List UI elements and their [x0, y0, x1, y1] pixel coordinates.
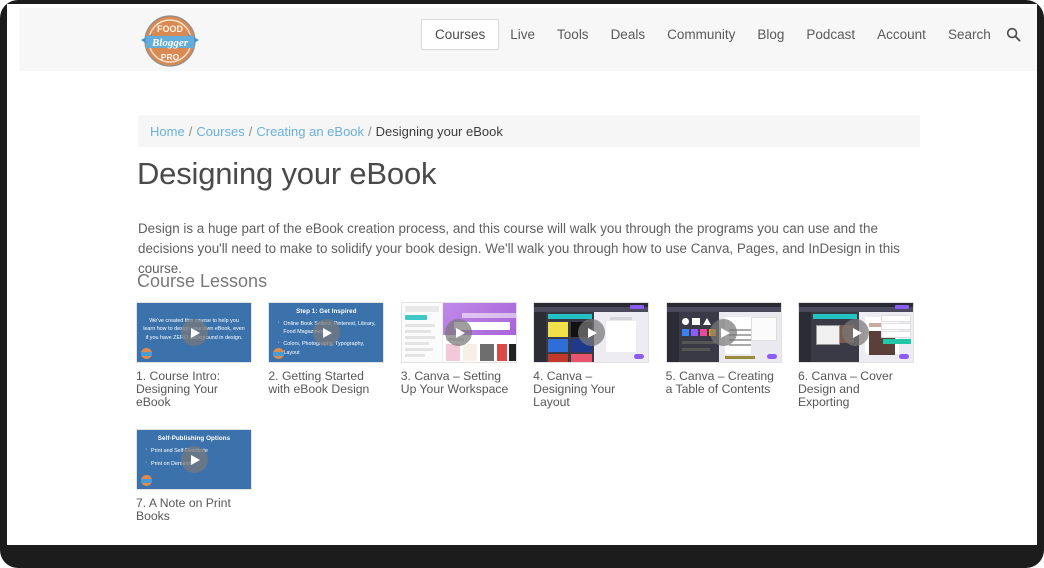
- lesson-caption: 4. Canva – Designing Your Layout: [533, 369, 616, 409]
- nav-item-account[interactable]: Account: [866, 20, 937, 49]
- nav-item-podcast[interactable]: Podcast: [795, 20, 866, 49]
- breadcrumb-item-home[interactable]: Home: [150, 124, 185, 139]
- page-content: Home / Courses / Creating an eBook / Des…: [7, 71, 1037, 545]
- breadcrumb-item-current: Designing your eBook: [375, 123, 503, 139]
- play-icon[interactable]: [577, 319, 605, 346]
- slide-title: Self-Publishing Options: [157, 435, 231, 443]
- lesson-caption: 3. Canva – Setting Up Your Workspace: [400, 369, 509, 396]
- search-icon[interactable]: [1006, 27, 1021, 42]
- lesson-thumbnail[interactable]: [665, 302, 782, 363]
- lesson-caption: 1. Course Intro: Designing Your eBook: [136, 369, 220, 409]
- lesson-thumbnail[interactable]: [797, 302, 914, 363]
- lesson-caption: 2. Getting Started with eBook Design: [268, 369, 370, 396]
- browser-viewport: FOOD Blogger PRO Courses Live Tools Deal…: [7, 4, 1037, 545]
- lesson-thumbnail[interactable]: We've created this course to help you le…: [136, 302, 252, 363]
- nav-item-community[interactable]: Community: [656, 20, 746, 49]
- breadcrumb-separator: /: [248, 123, 253, 139]
- lesson-thumbnail[interactable]: Step 1: Get Inspired Online Book Sellers…: [268, 302, 385, 363]
- site-logo[interactable]: FOOD Blogger PRO: [138, 13, 202, 69]
- lesson-card[interactable]: 6. Canva – Cover Design and Exporting: [797, 302, 914, 409]
- breadcrumb-item-creating-an-ebook[interactable]: Creating an eBook: [256, 124, 364, 139]
- nav-item-tools[interactable]: Tools: [546, 20, 600, 49]
- lesson-card[interactable]: Step 1: Get Inspired Online Book Sellers…: [268, 302, 385, 408]
- breadcrumb: Home / Courses / Creating an eBook / Des…: [138, 115, 920, 147]
- page-description: Design is a huge part of the eBook creat…: [138, 221, 900, 276]
- nav-item-live[interactable]: Live: [499, 20, 546, 49]
- lesson-card[interactable]: We've created this course to help you le…: [136, 302, 252, 408]
- breadcrumb-separator: /: [368, 123, 372, 139]
- lesson-thumbnail[interactable]: Self-Publishing Options Print and Self-D…: [136, 429, 252, 491]
- lesson-thumbnail[interactable]: [533, 302, 650, 363]
- svg-text:FOOD: FOOD: [157, 24, 183, 34]
- lesson-caption: 6. Canva – Cover Design and Exporting: [797, 369, 893, 409]
- lesson-caption: 7. A Note on Print Books: [136, 496, 231, 524]
- device-frame: FOOD Blogger PRO Courses Live Tools Deal…: [0, 0, 1044, 568]
- play-icon[interactable]: [180, 446, 208, 474]
- brand-badge-icon: [141, 348, 152, 359]
- play-icon[interactable]: [710, 319, 738, 346]
- nav-item-deals[interactable]: Deals: [600, 20, 657, 49]
- lesson-card[interactable]: 5. Canva – Creating a Table of Contents: [665, 302, 782, 408]
- nav-item-blog[interactable]: Blog: [746, 20, 795, 49]
- section-title-course-lessons: Course Lessons: [137, 271, 268, 291]
- lesson-caption: 5. Canva – Creating a Table of Contents: [665, 369, 774, 396]
- breadcrumb-separator: /: [188, 123, 193, 139]
- lesson-card[interactable]: 3. Canva – Setting Up Your Workspace: [400, 302, 517, 408]
- lesson-card[interactable]: Self-Publishing Options Print and Self-D…: [136, 429, 252, 523]
- slide-title: Step 1: Get Inspired: [296, 308, 357, 315]
- svg-text:PRO: PRO: [161, 52, 180, 62]
- play-icon[interactable]: [312, 319, 340, 346]
- main-navigation: Courses Live Tools Deals Community Blog …: [421, 19, 1021, 50]
- nav-item-search[interactable]: Search: [937, 20, 1002, 49]
- site-header: FOOD Blogger PRO Courses Live Tools Deal…: [19, 8, 1037, 71]
- lesson-grid: We've created this course to help you le…: [136, 302, 936, 544]
- lesson-thumbnail[interactable]: [400, 302, 517, 363]
- svg-text:Blogger: Blogger: [151, 37, 189, 49]
- breadcrumb-item-courses[interactable]: Courses: [196, 124, 244, 139]
- lesson-card[interactable]: 4. Canva – Designing Your Layout: [533, 302, 650, 409]
- nav-item-courses[interactable]: Courses: [421, 19, 500, 50]
- brand-badge-icon: [141, 475, 152, 487]
- play-icon[interactable]: [180, 319, 208, 346]
- page-title: Designing your eBook: [137, 156, 437, 191]
